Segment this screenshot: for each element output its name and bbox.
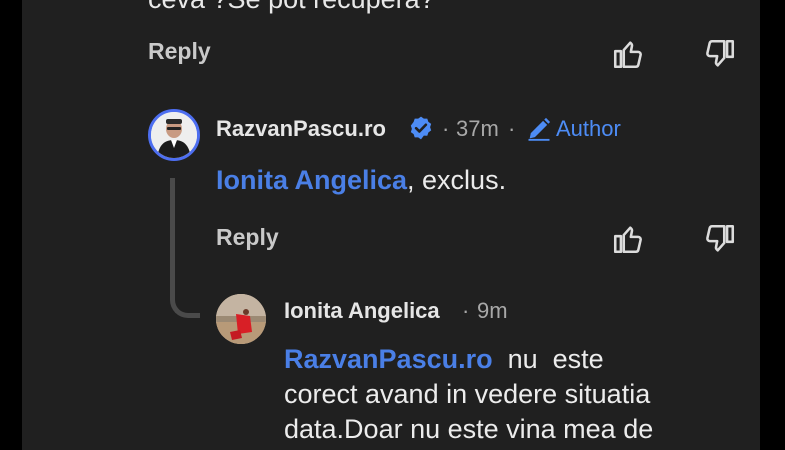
- mention-link[interactable]: Ionita Angelica: [216, 165, 407, 195]
- dislike-icon: [706, 224, 735, 252]
- reply-time: 9m: [477, 298, 508, 323]
- verified-icon: [408, 115, 434, 141]
- avatar-person-image: [151, 112, 197, 158]
- avatar[interactable]: [148, 109, 200, 161]
- separator: ·: [442, 116, 450, 141]
- like-button[interactable]: [608, 219, 648, 259]
- author-badge: Author: [556, 116, 621, 141]
- like-icon: [613, 226, 642, 254]
- separator: ·: [462, 298, 470, 323]
- comment-body: Ionita Angelica, exclus.: [216, 163, 506, 198]
- reply-author-name[interactable]: Ionita Angelica: [284, 298, 440, 324]
- separator: ·: [508, 116, 516, 141]
- dislike-button[interactable]: [700, 34, 740, 74]
- reply-button[interactable]: Reply: [216, 224, 279, 251]
- avatar-beach-image: [216, 294, 266, 344]
- reply-text-line: corect avand in vedere situatia: [284, 379, 651, 409]
- reply-text-line: data.Doar nu este vina mea de: [284, 414, 654, 444]
- reply-button[interactable]: Reply: [148, 38, 211, 65]
- previous-comment-text: ceva ?Se pot recupera?: [148, 0, 435, 16]
- comments-panel: ceva ?Se pot recupera? Reply RazvanPascu…: [22, 0, 760, 450]
- mention-link[interactable]: RazvanPascu.ro: [284, 344, 493, 374]
- comment-text: , exclus.: [407, 165, 507, 195]
- pencil-icon: [525, 115, 553, 143]
- thread-connector: [170, 268, 200, 318]
- reply-text-line: nu este: [492, 344, 604, 374]
- dislike-icon: [706, 39, 735, 67]
- like-button[interactable]: [608, 34, 648, 74]
- reply-body: RazvanPascu.ro nu este corect avand in v…: [284, 342, 754, 447]
- comment-time: 37m: [456, 116, 499, 141]
- dislike-button[interactable]: [700, 219, 740, 259]
- avatar[interactable]: [216, 294, 266, 344]
- reply-line-1: RazvanPascu.ro nu este: [284, 342, 754, 377]
- comment-author-name[interactable]: RazvanPascu.ro: [216, 116, 386, 142]
- like-icon: [613, 41, 642, 69]
